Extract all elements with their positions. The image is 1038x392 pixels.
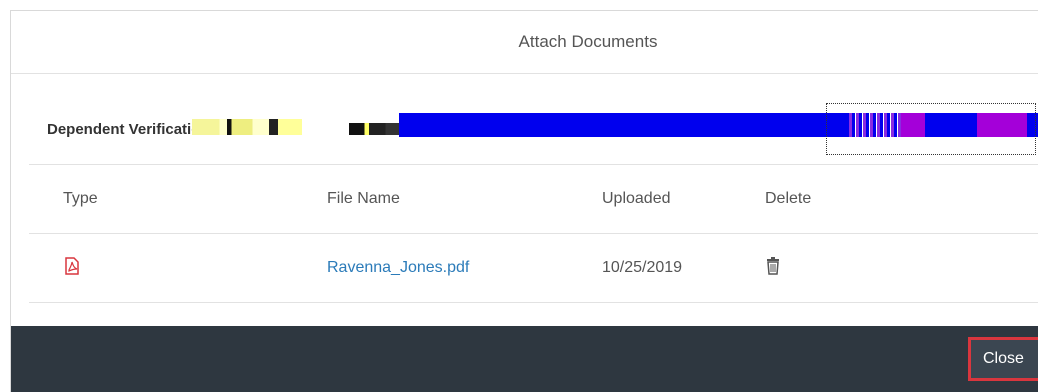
close-button[interactable]: Close (968, 337, 1038, 381)
uploaded-date-cell: 10/25/2019 (602, 259, 683, 276)
column-header-uploaded: Uploaded (602, 190, 671, 207)
redaction-artifact (349, 123, 401, 135)
dialog-footer: Close (11, 326, 1038, 392)
documents-table: Type File Name Uploaded Delete Ravenna_J… (29, 165, 1038, 303)
column-header-type: Type (63, 190, 98, 207)
file-type-cell (63, 234, 81, 302)
file-name-link[interactable]: Ravenna_Jones.pdf (327, 259, 469, 277)
dialog-header: Attach Documents (11, 11, 1038, 74)
table-header-row: Type File Name Uploaded Delete (29, 165, 1038, 234)
pdf-icon (63, 256, 81, 280)
column-header-file-name: File Name (327, 190, 400, 207)
table-row: Ravenna_Jones.pdf 10/25/2019 (29, 234, 1038, 303)
file-name-cell: Ravenna_Jones.pdf (327, 234, 469, 302)
dialog-title: Attach Documents (518, 32, 658, 51)
column-header-delete: Delete (765, 190, 812, 207)
section-header: Dependent Verification Doc (29, 91, 1038, 165)
attach-documents-dialog: Attach Documents Dependent Verification … (10, 10, 1038, 392)
documents-section: Dependent Verification Doc Type File Nam… (29, 91, 1038, 303)
focus-outline (826, 103, 1036, 155)
redaction-artifact (192, 119, 302, 135)
delete-cell (765, 234, 781, 302)
trash-icon[interactable] (765, 256, 781, 280)
